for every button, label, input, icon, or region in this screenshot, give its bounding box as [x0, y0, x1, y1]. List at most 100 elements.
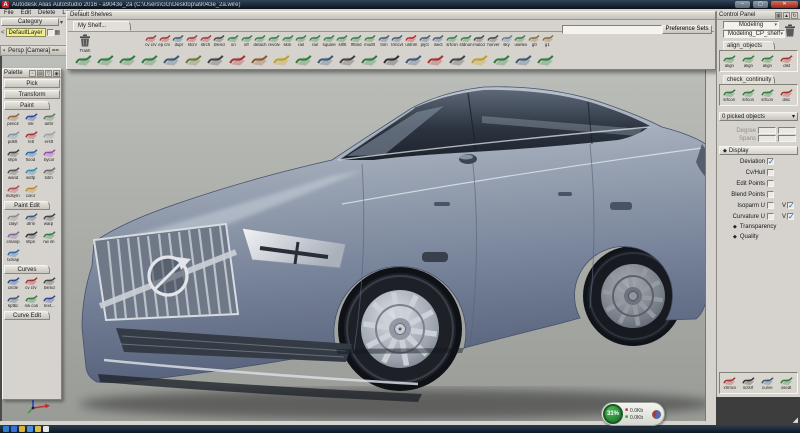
- control-panel[interactable]: Control Panel ▦▲↻ Modeling ▾ Modeling_CP…: [716, 11, 800, 397]
- shelf-tool[interactable]: [182, 51, 204, 67]
- shelf-tool[interactable]: [138, 51, 160, 67]
- menu-item[interactable]: File: [4, 10, 14, 15]
- shelf-tool[interactable]: square: [322, 32, 336, 49]
- close-button[interactable]: ✕: [771, 1, 798, 8]
- palette-section-header[interactable]: Paint: [4, 101, 50, 110]
- cp-tool[interactable]: disc: [777, 86, 796, 104]
- pin-icon[interactable]: ▫: [29, 70, 36, 77]
- cp-bottom-tool[interactable]: curve: [758, 374, 777, 392]
- control-panel-title-bar[interactable]: Control Panel ▦▲↻: [717, 11, 800, 20]
- palette-tool[interactable]: mdsym: [4, 182, 22, 200]
- palette-tool[interactable]: blend: [40, 274, 58, 292]
- category-dropdown[interactable]: Category: [1, 18, 59, 26]
- display-option-checkbox[interactable]: [767, 213, 774, 220]
- grid-icon[interactable]: ▦: [775, 12, 782, 19]
- shelf-tool[interactable]: prjct: [418, 32, 432, 49]
- cp-tool[interactable]: dist: [777, 52, 796, 70]
- start-orb-icon[interactable]: [3, 426, 9, 432]
- palette-tool[interactable]: cmanp: [4, 228, 22, 246]
- shelf-tool[interactable]: mulcd: [473, 32, 487, 49]
- field-input[interactable]: [778, 127, 796, 134]
- shelf-tool[interactable]: cv crv: [144, 32, 158, 49]
- shelf-tool[interactable]: [336, 51, 358, 67]
- shelf-tool[interactable]: rail: [308, 32, 322, 49]
- front-wheel[interactable]: [337, 266, 463, 392]
- display-option-v-checkbox[interactable]: [787, 202, 794, 209]
- folder-icon[interactable]: [35, 426, 41, 432]
- cp-tool[interactable]: align: [739, 52, 758, 70]
- shelf-tool[interactable]: g1: [541, 32, 555, 49]
- shelf-tool[interactable]: strch: [199, 32, 213, 49]
- palette-tool[interactable]: warp: [40, 210, 58, 228]
- palette-tool[interactable]: airbr: [40, 110, 58, 128]
- shelf-tool[interactable]: [468, 51, 490, 67]
- minimize-button[interactable]: –: [735, 1, 750, 8]
- shelf-tool[interactable]: horver: [486, 32, 500, 49]
- shelf-tool[interactable]: sfcrv: [185, 32, 199, 49]
- refresh-icon[interactable]: ↻: [791, 12, 798, 19]
- display-option-checkbox[interactable]: [767, 202, 774, 209]
- taskbar-app-icon[interactable]: [19, 426, 25, 432]
- field-input[interactable]: [778, 135, 796, 142]
- palette-tool[interactable]: shpn: [4, 146, 22, 164]
- shelf-tool[interactable]: fflbnd: [349, 32, 363, 49]
- shelf-tool[interactable]: [116, 51, 138, 67]
- cp-bottom-tool[interactable]: xsedt: [777, 374, 796, 392]
- palette-tool[interactable]: dfrm: [22, 210, 40, 228]
- viewport-menu-icon[interactable]: ▪: [3, 48, 5, 54]
- shelf-tool[interactable]: rail: [295, 32, 309, 49]
- menu-item[interactable]: Delete: [38, 10, 55, 15]
- palette-section-header[interactable]: Paint Edit: [4, 201, 50, 210]
- close-panel-icon[interactable]: ◉: [53, 70, 60, 77]
- palette-tool[interactable]: indfp: [22, 164, 40, 182]
- perspective-viewport[interactable]: ▪ Persp [Camera] == ◌▤▦ ◫▣: [0, 45, 706, 421]
- viewport-canvas[interactable]: [0, 56, 706, 421]
- shelf-tool[interactable]: usetex: [514, 32, 528, 49]
- shelf-tool[interactable]: revolv: [267, 32, 281, 49]
- cp-tab-header[interactable]: check_continuity: [723, 75, 775, 84]
- shelf-tool[interactable]: untrim: [404, 32, 418, 49]
- palette-tool[interactable]: nw im: [40, 228, 58, 246]
- shelf-tool[interactable]: srfcsn: [445, 32, 459, 49]
- shelf-tool[interactable]: [226, 51, 248, 67]
- display-option-v-checkbox[interactable]: [787, 213, 794, 220]
- shelf-tool[interactable]: [314, 51, 336, 67]
- cp-collapsed-section[interactable]: ◆ Quality: [717, 232, 800, 242]
- palette-tool[interactable]: wand: [4, 164, 22, 182]
- layer-visibility-checkbox[interactable]: [47, 29, 54, 36]
- display-option-checkbox[interactable]: [767, 180, 774, 187]
- shelf-tool[interactable]: [490, 51, 512, 67]
- preference-sets-button[interactable]: Preference Sets: [662, 25, 712, 34]
- my-shelf-tab[interactable]: My Shelf...: [73, 21, 131, 31]
- palette-section-header[interactable]: Pick: [4, 79, 60, 88]
- shelf-tool[interactable]: trim: [377, 32, 391, 49]
- shelf-tool[interactable]: isect: [431, 32, 445, 49]
- menu-item[interactable]: Edit: [21, 10, 31, 15]
- field-input[interactable]: [758, 135, 776, 142]
- shelf-tool[interactable]: [72, 51, 94, 67]
- shelves-window-title[interactable]: Default Shelves: [67, 12, 715, 20]
- palette-tool[interactable]: pdsft: [4, 128, 22, 146]
- shelf-tool[interactable]: sky: [500, 32, 514, 49]
- layer-back-icon[interactable]: <: [1, 30, 5, 36]
- palette-tool[interactable]: cv crv: [22, 274, 40, 292]
- shelf-tool[interactable]: ep crv: [158, 32, 172, 49]
- maximize-button[interactable]: ▢: [753, 1, 768, 8]
- cp-bottom-tool[interactable]: xfrmcv: [720, 374, 739, 392]
- palette-tool[interactable]: ink: [22, 110, 40, 128]
- display-section-header[interactable]: ◆ Display: [719, 146, 798, 155]
- palette-tool[interactable]: circle: [4, 274, 22, 292]
- shelf-tool[interactable]: [270, 51, 292, 67]
- window-title-bar[interactable]: A Autodesk Alias AutoStudio 2016 - a9043…: [0, 0, 800, 9]
- cp-shelf-dropdown[interactable]: Modeling_CP_shelf ▾: [723, 30, 785, 38]
- palette-tool[interactable]: bycol: [40, 146, 58, 164]
- shelf-search-field[interactable]: [562, 25, 662, 34]
- default-layer-field[interactable]: DefaultLayer: [6, 28, 46, 37]
- shelf-tool[interactable]: [248, 51, 270, 67]
- modeling-dropdown[interactable]: Modeling ▾: [723, 21, 779, 29]
- shelf-tool[interactable]: [358, 51, 380, 67]
- shelf-tool[interactable]: on: [226, 32, 240, 49]
- cp-bottom-tool[interactable]: sctsrf: [739, 374, 758, 392]
- shelf-tool[interactable]: modft: [363, 32, 377, 49]
- palette-tool[interactable]: flood: [22, 146, 40, 164]
